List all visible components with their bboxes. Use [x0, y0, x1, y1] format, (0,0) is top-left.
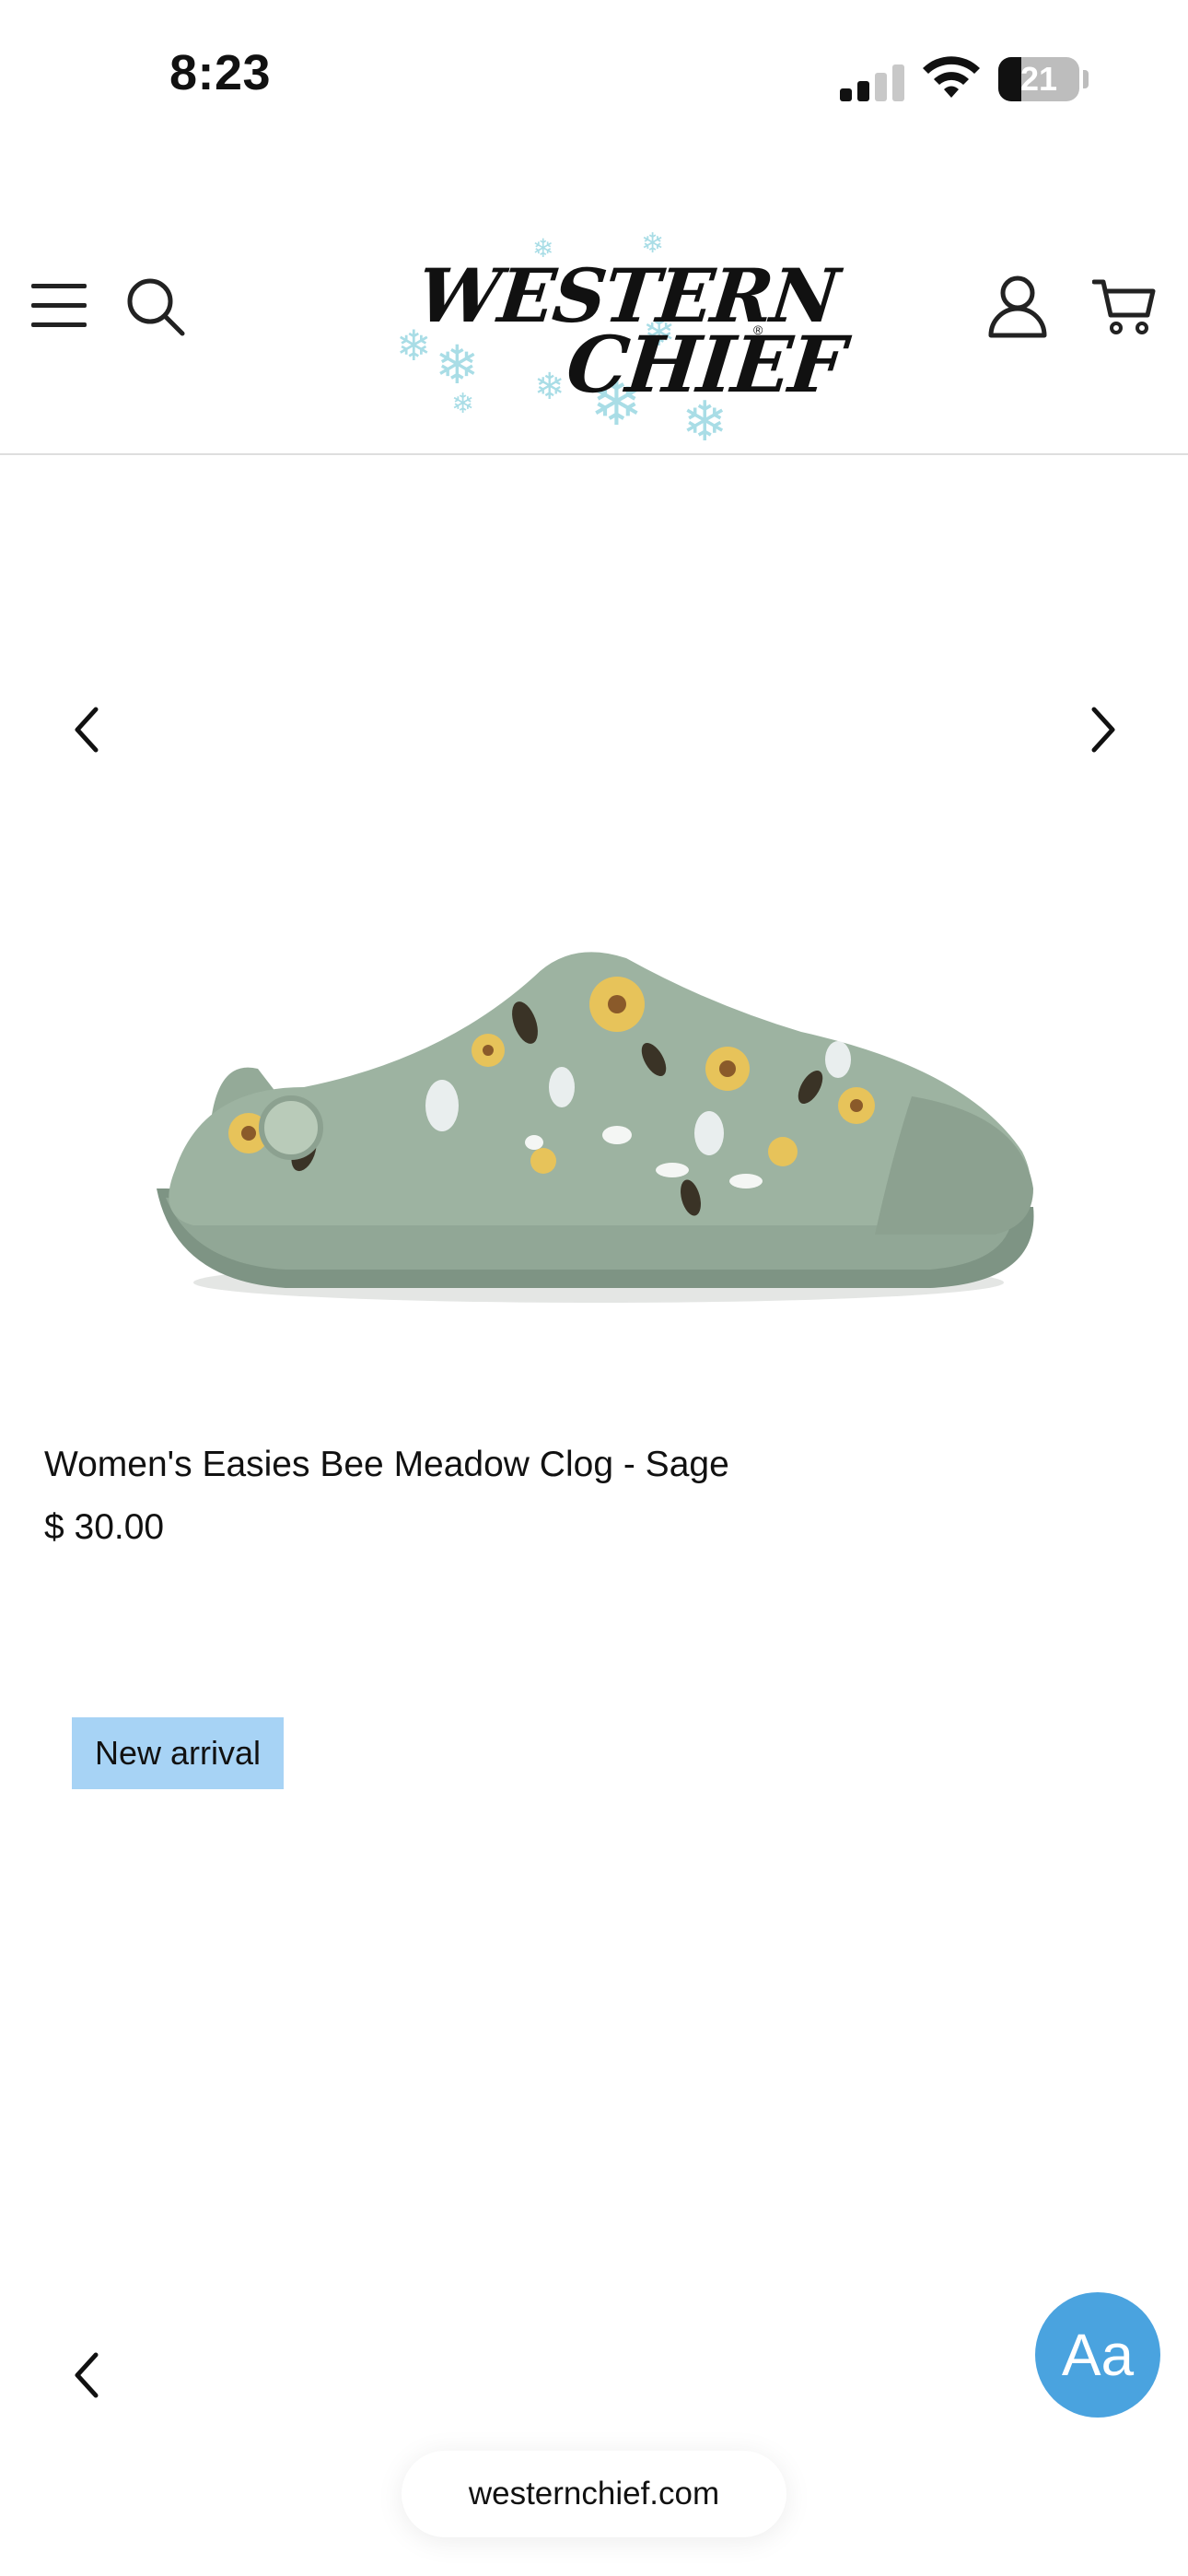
chevron-left-icon[interactable] [64, 702, 111, 757]
product-title[interactable]: Women's Easies Bee Meadow Clog - Sage [44, 1445, 729, 1485]
chevron-right-icon[interactable] [1079, 702, 1125, 757]
signal-icon [840, 61, 906, 101]
product-price: $ 30.00 [44, 1507, 165, 1547]
battery-icon: 21 [998, 57, 1079, 101]
chevron-left-icon[interactable] [66, 2349, 109, 2401]
address-bar[interactable]: westernchief.com [402, 2451, 786, 2537]
western-chief-logo[interactable]: ❄ ❄ ❄ ❄ ❄ ❄ ❄ ❄ ❄ WESTERN CHIEF ® [387, 221, 847, 451]
wifi-icon [923, 56, 980, 98]
menu-icon[interactable] [31, 284, 88, 330]
text-size-button[interactable]: Aa [1035, 2292, 1160, 2418]
status-time: 8:23 [169, 45, 272, 100]
battery-tip [1083, 70, 1089, 88]
new-arrival-badge: New arrival [72, 1717, 284, 1789]
account-icon[interactable] [987, 275, 1048, 339]
product-page: 8:23 21 ❄ ❄ ❄ ❄ ❄ ❄ ❄ ❄ ❄ WESTERN CHIEF … [0, 0, 1188, 2576]
logo-line-2: CHIEF [562, 319, 848, 410]
product-image[interactable] [138, 921, 1059, 1327]
cart-icon[interactable] [1092, 276, 1157, 337]
battery-level: 21 [1019, 60, 1058, 98]
site-header: ❄ ❄ ❄ ❄ ❄ ❄ ❄ ❄ ❄ WESTERN CHIEF ® [0, 203, 1188, 455]
search-icon[interactable] [125, 276, 186, 337]
